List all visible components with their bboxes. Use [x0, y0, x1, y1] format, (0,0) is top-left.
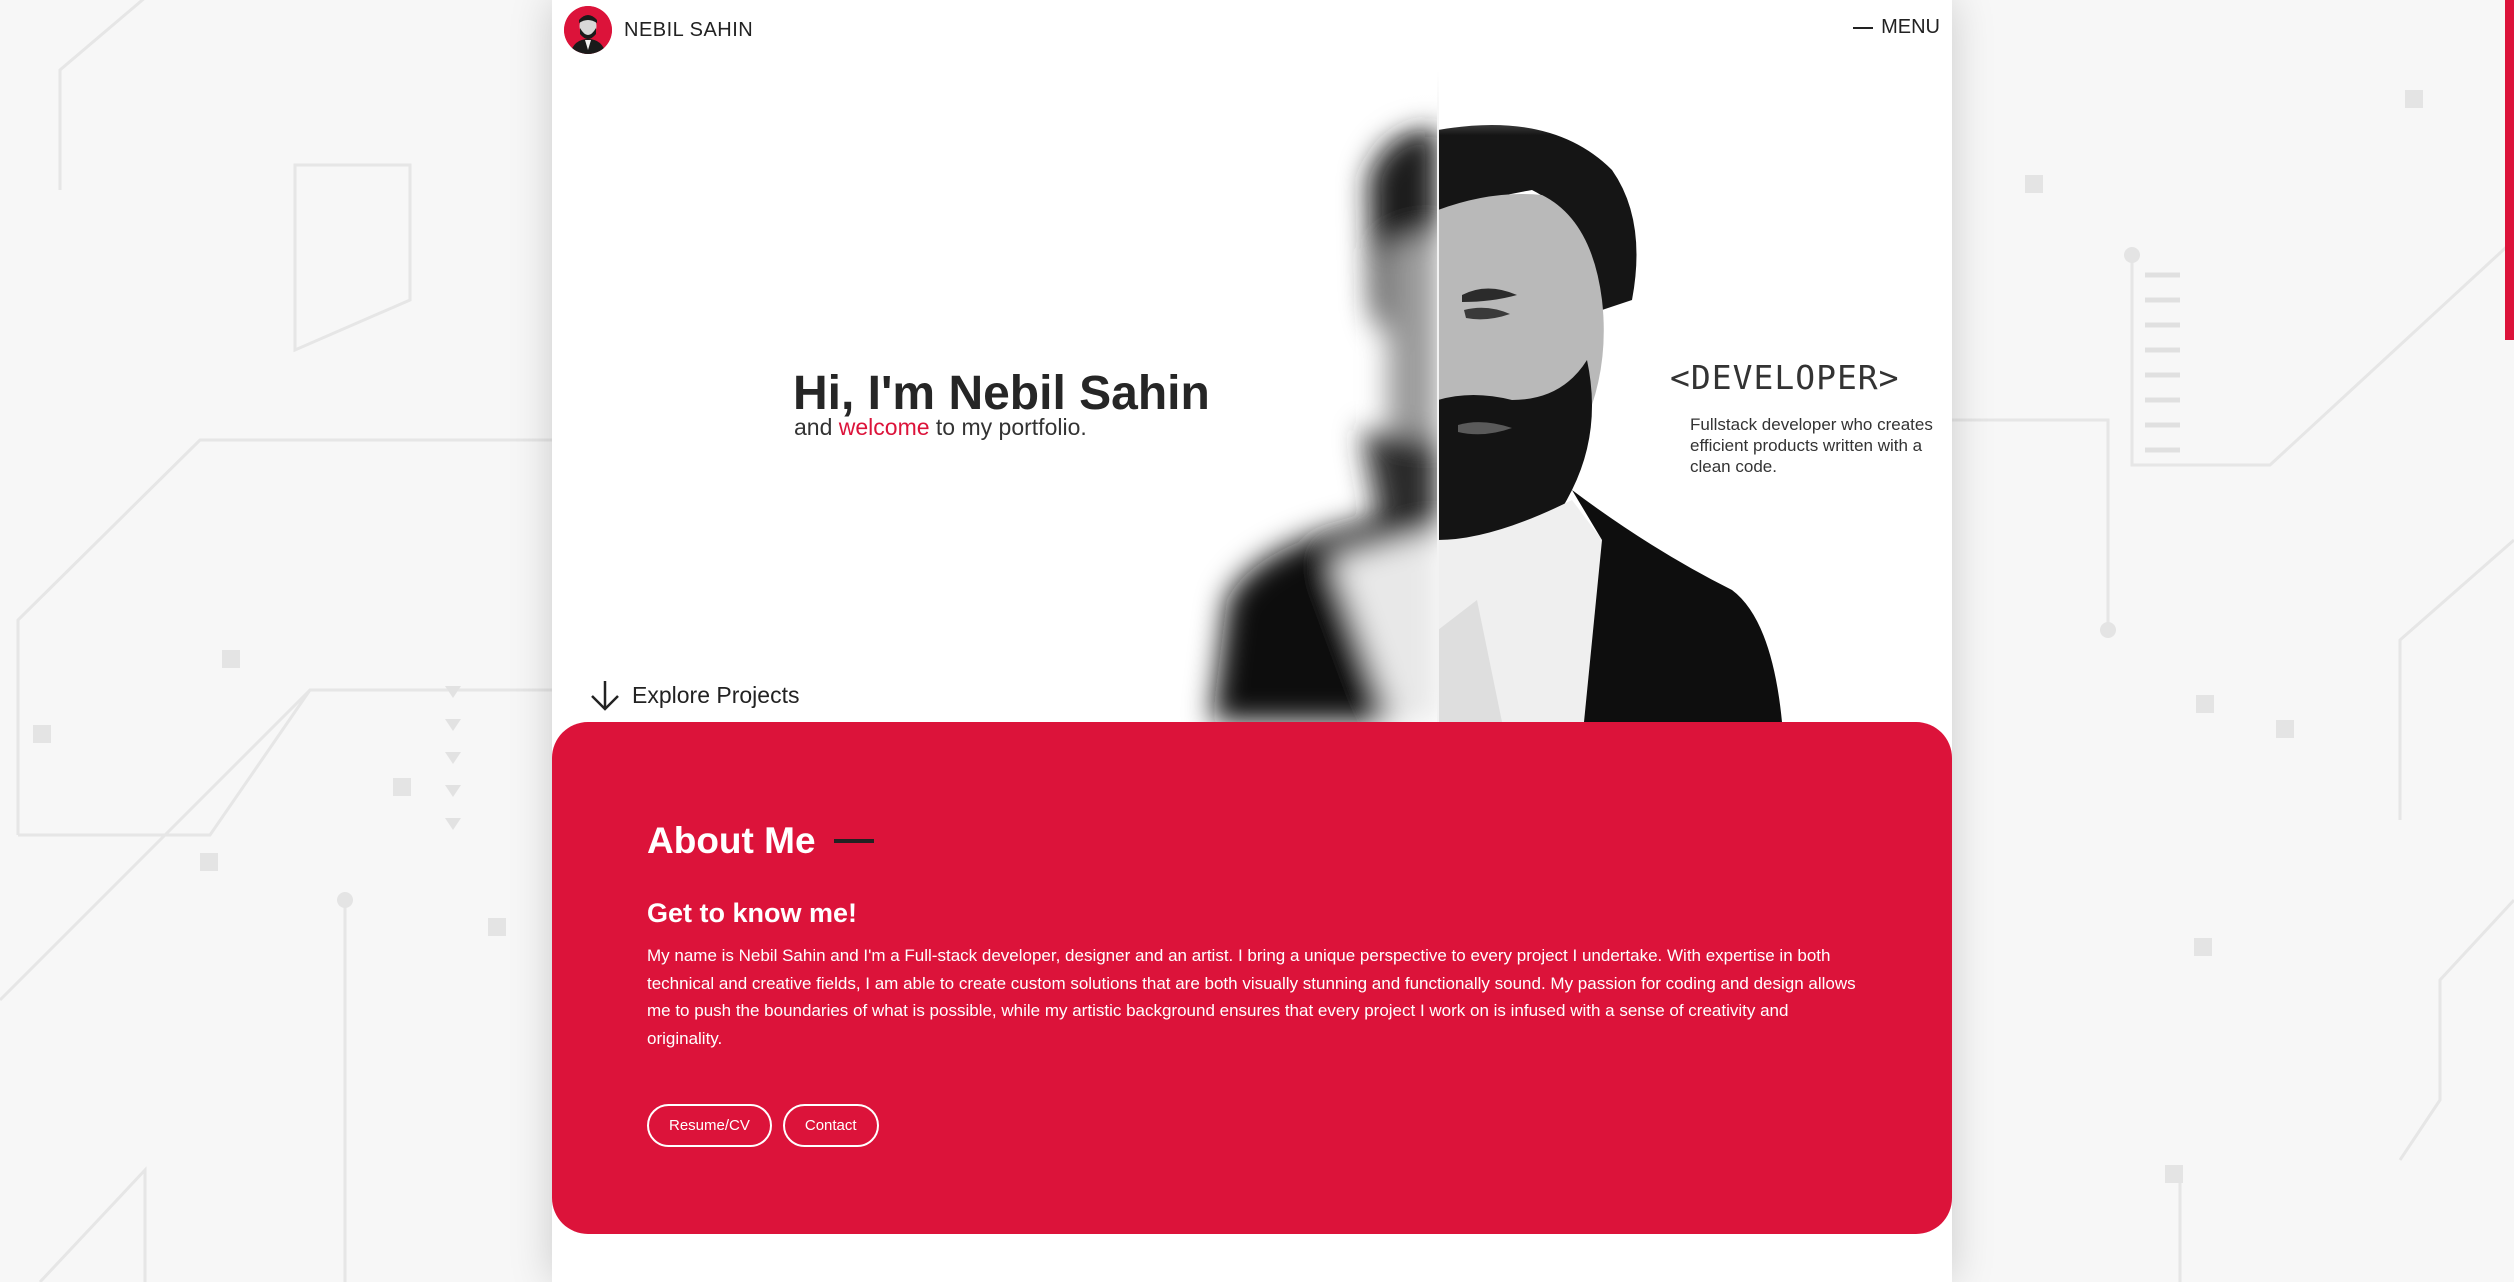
menu-button[interactable]: MENU	[1853, 16, 1940, 39]
about-buttons: Resume/CV Contact	[647, 1104, 879, 1147]
hamburger-line-icon	[1853, 26, 1874, 29]
about-description: My name is Nebil Sahin and I'm a Full-st…	[647, 946, 1856, 1048]
about-heading: About Me	[647, 820, 874, 862]
arrow-down-icon	[591, 681, 619, 711]
avatar	[564, 6, 612, 54]
about-section: About Me Get to know me! My name is Nebi…	[552, 722, 1952, 1234]
about-subtitle: Get to know me!	[647, 898, 858, 928]
explore-projects-label: Explore Projects	[632, 681, 800, 708]
developer-role-description: Fullstack developer who creates efficien…	[1690, 415, 1933, 476]
menu-label: MENU	[1881, 16, 1940, 38]
brand-logo-link[interactable]: NEBIL SAHIN	[564, 6, 753, 54]
heading-dash	[833, 839, 874, 843]
hero-subtitle-accent: welcome	[838, 414, 930, 440]
hero-subtitle-prefix: and	[794, 414, 839, 440]
contact-button[interactable]: Contact	[782, 1104, 879, 1147]
developer-role-title: <DEVELOPER>	[1670, 358, 1900, 397]
hero-subtitle: and welcome to my portfolio.	[794, 414, 1087, 441]
hero-subtitle-suffix: to my portfolio.	[929, 414, 1087, 440]
explore-projects-link[interactable]: Explore Projects	[588, 678, 799, 712]
about-title: About Me	[647, 820, 816, 861]
hero-title: Hi, I'm Nebil Sahin	[793, 367, 1210, 420]
resume-cv-button[interactable]: Resume/CV	[647, 1104, 772, 1147]
portfolio-page: NEBIL SAHIN MENU Hi, I'm Nebil Sahin and…	[552, 0, 1952, 1282]
brand-name: NEBIL SAHIN	[624, 18, 754, 41]
